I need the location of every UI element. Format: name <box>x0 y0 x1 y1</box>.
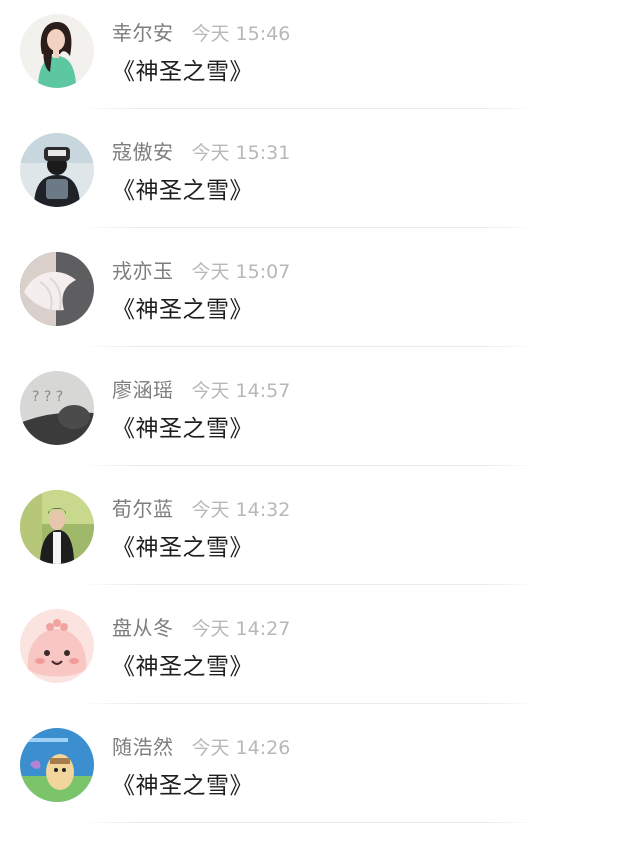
message-item[interactable]: 戎亦玉 今天 15:07 《神圣之雪》 <box>0 238 640 357</box>
sender-name[interactable]: 寇傲安 <box>112 140 174 164</box>
message-item[interactable]: 荀尔蓝 今天 14:32 《神圣之雪》 <box>0 476 640 595</box>
message-header: 荀尔蓝 今天 14:32 <box>112 493 290 521</box>
message-time: 今天 14:57 <box>191 380 291 402</box>
sender-name[interactable]: 随浩然 <box>112 735 174 759</box>
message-item[interactable]: 寇傲安 今天 15:31 《神圣之雪》 <box>0 119 640 238</box>
divider <box>80 465 540 466</box>
message-header: 寇傲安 今天 15:31 <box>112 136 290 164</box>
white-fish-fin-avatar[interactable] <box>20 252 94 326</box>
message-time: 今天 15:07 <box>191 261 291 283</box>
message-time: 今天 14:27 <box>191 618 291 640</box>
message-item[interactable]: ? ? ? 廖涵瑶 今天 14:57 《神圣之雪》 <box>0 357 640 476</box>
message-time: 今天 14:26 <box>191 737 291 759</box>
message-time: 今天 15:46 <box>191 23 291 45</box>
message-item[interactable]: 随浩然 今天 14:26 《神圣之雪》 <box>0 714 640 833</box>
message-header: 廖涵瑶 今天 14:57 <box>112 374 290 402</box>
message-text: 《神圣之雪》 <box>112 654 253 680</box>
divider <box>80 822 540 823</box>
message-text: 《神圣之雪》 <box>112 416 253 442</box>
message-text: 《神圣之雪》 <box>112 535 253 561</box>
svg-text:? ? ?: ? ? ? <box>32 389 63 405</box>
sender-name[interactable]: 廖涵瑶 <box>112 378 174 402</box>
divider <box>80 584 540 585</box>
pink-cartoon-blob-avatar[interactable] <box>20 609 94 683</box>
divider <box>80 346 540 347</box>
divider <box>80 703 540 704</box>
sender-name[interactable]: 荀尔蓝 <box>112 497 174 521</box>
cat-question-marks-avatar[interactable]: ? ? ? <box>20 371 94 445</box>
sender-name[interactable]: 戎亦玉 <box>112 259 174 283</box>
message-header: 戎亦玉 今天 15:07 <box>112 255 290 283</box>
message-header: 幸尔安 今天 15:46 <box>112 17 290 45</box>
message-time: 今天 15:31 <box>191 142 291 164</box>
message-text: 《神圣之雪》 <box>112 773 253 799</box>
message-text: 《神圣之雪》 <box>112 297 253 323</box>
message-text: 《神圣之雪》 <box>112 178 253 204</box>
message-header: 盘从冬 今天 14:27 <box>112 612 290 640</box>
boy-cap-backpack-avatar[interactable] <box>20 133 94 207</box>
message-text: 《神圣之雪》 <box>112 59 253 85</box>
message-item[interactable]: 盘从冬 今天 14:27 《神圣之雪》 <box>0 595 640 714</box>
message-list: 幸尔安今天 15:46 《神圣之雪》 寇傲安今天 15:31 《神圣之雪》 <box>0 0 640 841</box>
message-item[interactable]: 幸尔安 今天 15:46 《神圣之雪》 <box>0 0 640 119</box>
girl-green-shirt-avatar[interactable] <box>20 14 94 88</box>
message-time: 今天 14:32 <box>191 499 291 521</box>
boy-outdoor-avatar[interactable] <box>20 490 94 564</box>
divider <box>80 108 540 109</box>
message-header: 随浩然 今天 14:26 <box>112 731 290 759</box>
sender-name[interactable]: 幸尔安 <box>112 21 174 45</box>
divider <box>80 227 540 228</box>
sender-name[interactable]: 盘从冬 <box>112 616 174 640</box>
cartoon-character-avatar[interactable] <box>20 728 94 802</box>
